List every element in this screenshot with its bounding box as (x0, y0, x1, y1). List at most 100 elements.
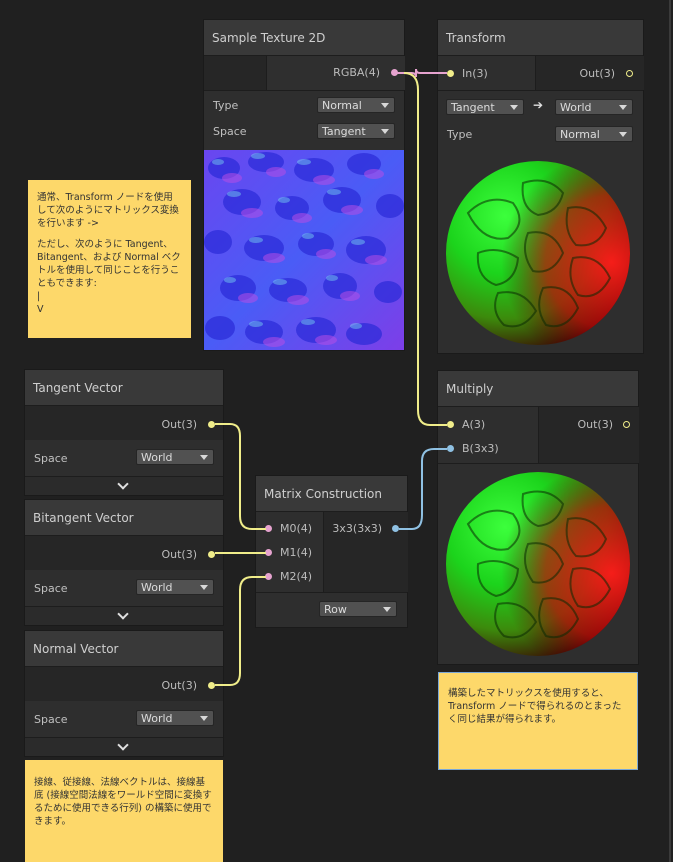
port-label: 3x3(3x3) (332, 522, 382, 535)
output-port-out[interactable]: Out(3) (125, 675, 219, 697)
chevron-down-icon (117, 478, 129, 490)
space-label: Space (34, 452, 68, 465)
inputs-panel (204, 56, 266, 90)
dropdown-value: Row (324, 603, 347, 616)
space-dropdown[interactable]: Tangent (317, 123, 395, 139)
note-text: | (37, 291, 41, 302)
chevron-down-icon (383, 607, 391, 612)
output-port-out[interactable]: Out(3) (548, 414, 634, 436)
port-dot[interactable] (265, 549, 272, 556)
input-port-a[interactable]: A(3) (446, 414, 526, 436)
input-port-in[interactable]: In(3) (446, 63, 526, 85)
port-dot[interactable] (265, 573, 272, 580)
node-title: Multiply (438, 371, 638, 407)
transform-preview (438, 153, 638, 353)
port-dot[interactable] (447, 445, 454, 452)
expand-toggle[interactable] (25, 476, 223, 495)
to-space-dropdown[interactable]: World (555, 99, 633, 115)
space-label: Space (34, 713, 68, 726)
dropdown-value: Normal (322, 99, 362, 112)
input-port-m1[interactable]: M1(4) (264, 542, 324, 564)
port-dot[interactable] (392, 525, 399, 532)
transform-node[interactable]: Transform In(3) Out(3) Tangent ➔ World T… (438, 20, 644, 353)
bitangent-vector-node[interactable]: Bitangent Vector Out(3) Space World (25, 500, 223, 625)
chevron-down-icon (619, 105, 627, 110)
port-dot[interactable] (208, 551, 215, 558)
sticky-note-left[interactable]: 通常、Transform ノードを使用して次のようにマトリックス変換を行います … (28, 180, 191, 338)
port-label: Out(3) (579, 67, 615, 80)
chevron-down-icon (117, 739, 129, 751)
port-label: RGBA(4) (333, 66, 380, 79)
chevron-down-icon (200, 716, 208, 721)
dropdown-value: World (560, 101, 592, 114)
output-port-out[interactable]: Out(3) (125, 414, 219, 436)
port-label: Out(3) (161, 548, 197, 561)
note-text: 接線、従接線、法線ベクトルは、接線基底 (接線空間法線をワールド空間に変換するた… (34, 777, 212, 827)
dropdown-value: Tangent (451, 101, 495, 114)
port-label: In(3) (462, 67, 488, 80)
port-dot[interactable] (447, 70, 454, 77)
port-dot[interactable] (208, 421, 215, 428)
space-dropdown[interactable]: World (136, 710, 214, 726)
port-label: M1(4) (280, 546, 313, 559)
from-space-dropdown[interactable]: Tangent (446, 99, 524, 115)
sample-texture-2d-node[interactable]: Sample Texture 2D RGBA(4) Type Normal Sp… (204, 20, 405, 350)
divider (438, 90, 643, 91)
type-label: Type (213, 99, 239, 112)
node-title: Tangent Vector (25, 370, 223, 406)
dropdown-value: Normal (560, 128, 600, 141)
input-port-m0[interactable]: M0(4) (264, 518, 324, 540)
note-text: 通常、Transform ノードを使用して次のようにマトリックス変換を行います … (37, 192, 179, 229)
type-dropdown[interactable]: Normal (555, 126, 633, 142)
dropdown-value: World (141, 581, 173, 594)
input-port-m2[interactable]: M2(4) (264, 566, 324, 588)
matrix-construction-node[interactable]: Matrix Construction M0(4) M1(4) M2(4) 3x… (256, 476, 408, 627)
chevron-down-icon (381, 129, 389, 134)
chevron-down-icon (381, 103, 389, 108)
type-label: Type (447, 128, 473, 141)
node-title: Bitangent Vector (25, 500, 223, 536)
port-dot[interactable] (208, 682, 215, 689)
port-dot[interactable] (265, 525, 272, 532)
port-dot[interactable] (447, 421, 454, 428)
note-text: V (37, 304, 44, 315)
mode-dropdown[interactable]: Row (319, 601, 397, 617)
dropdown-value: World (141, 451, 173, 464)
node-title: Normal Vector (25, 631, 223, 667)
port-dot[interactable] (391, 69, 398, 76)
dropdown-value: World (141, 712, 173, 725)
port-dot[interactable] (623, 421, 630, 428)
multiply-node[interactable]: Multiply A(3) B(3x3) Out(3) (438, 371, 639, 664)
chevron-down-icon (117, 608, 129, 620)
expand-toggle[interactable] (25, 606, 223, 625)
space-dropdown[interactable]: World (136, 579, 214, 595)
output-port-out[interactable]: Out(3) (548, 63, 638, 85)
type-dropdown[interactable]: Normal (317, 97, 395, 113)
tangent-vector-node[interactable]: Tangent Vector Out(3) Space World (25, 370, 223, 495)
output-port-rgba[interactable]: RGBA(4) (304, 62, 400, 84)
port-label: M2(4) (280, 570, 313, 583)
space-label: Space (213, 125, 247, 138)
canvas-edge (669, 0, 671, 862)
port-dot[interactable] (626, 70, 633, 77)
expand-toggle[interactable] (25, 737, 223, 756)
normal-vector-node[interactable]: Normal Vector Out(3) Space World (25, 631, 223, 756)
port-label: B(3x3) (462, 442, 499, 455)
chevron-down-icon (510, 105, 518, 110)
sticky-note-bottom-left[interactable]: 接線、従接線、法線ベクトルは、接線基底 (接線空間法線をワールド空間に変換するた… (25, 760, 223, 862)
chevron-down-icon (200, 585, 208, 590)
chevron-down-icon (200, 455, 208, 460)
space-dropdown[interactable]: World (136, 449, 214, 465)
node-title: Transform (438, 20, 643, 56)
arrow-right-icon: ➔ (533, 98, 544, 112)
sticky-note-right[interactable]: 構築したマトリックスを使用すると、Transform ノードで得られるのとまった… (438, 672, 638, 770)
space-label: Space (34, 582, 68, 595)
output-port-out[interactable]: Out(3) (125, 544, 219, 566)
output-port-3x3[interactable]: 3x3(3x3) (330, 518, 404, 540)
divider (204, 90, 404, 91)
port-label: M0(4) (280, 522, 313, 535)
input-port-b[interactable]: B(3x3) (446, 438, 526, 460)
node-title: Sample Texture 2D (204, 20, 404, 56)
port-label: Out(3) (577, 418, 613, 431)
multiply-preview (438, 464, 638, 664)
